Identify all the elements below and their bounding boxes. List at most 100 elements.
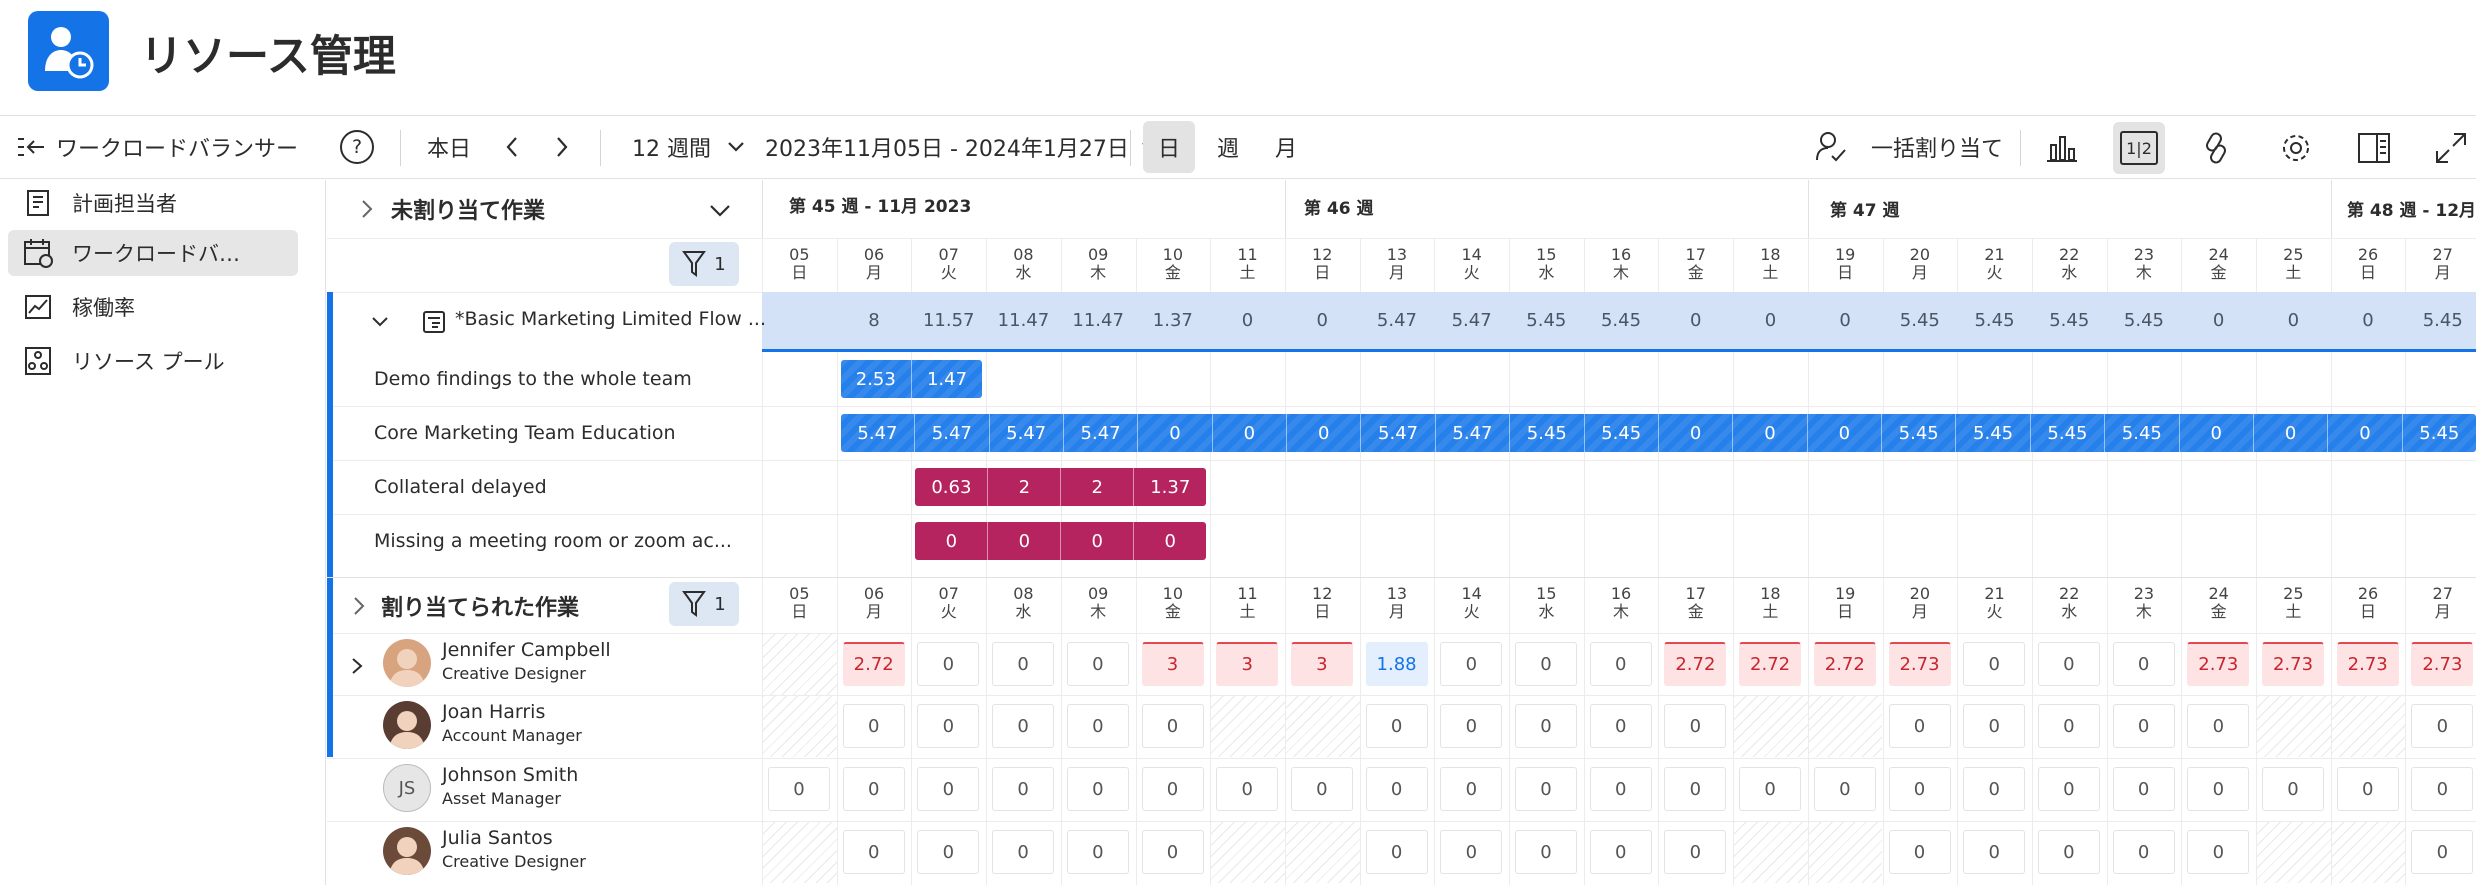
task-bar[interactable]: 2.53 1.47	[840, 360, 983, 398]
settings-button[interactable]	[2270, 122, 2322, 174]
task-label[interactable]: Missing a meeting room or zoom ac...	[374, 514, 732, 568]
today-button[interactable]: 本日	[427, 116, 471, 178]
chart-toggle-button[interactable]	[2036, 122, 2088, 174]
allocation-cell[interactable]: 0	[1515, 767, 1577, 811]
allocation-cell[interactable]: 0	[1963, 642, 2026, 686]
allocation-cell[interactable]: 0	[917, 642, 980, 686]
allocation-cell[interactable]: 0	[2411, 704, 2474, 748]
bulk-assign-button[interactable]: 一括割り当て	[1815, 116, 2003, 178]
task-bar[interactable]: 0000	[915, 522, 1207, 560]
allocation-cell[interactable]: 2.72	[1664, 642, 1727, 686]
allocation-cell[interactable]: 0	[1365, 830, 1428, 874]
task-label[interactable]: Core Marketing Team Education	[374, 406, 676, 460]
allocation-cell[interactable]: 0	[1664, 830, 1727, 874]
task-label[interactable]: Collateral delayed	[374, 460, 547, 514]
allocation-cell[interactable]: 2.73	[2262, 642, 2324, 686]
allocation-cell[interactable]: 0	[1216, 767, 1279, 811]
allocation-cell[interactable]: 0	[992, 767, 1055, 811]
allocation-cell[interactable]: 0	[1365, 704, 1428, 748]
chevron-down-icon[interactable]	[709, 204, 731, 218]
allocation-cell[interactable]: 0	[1440, 767, 1503, 811]
allocation-cell[interactable]: 0	[1664, 704, 1727, 748]
allocation-cell[interactable]: 2.72	[1739, 642, 1802, 686]
allocation-cell[interactable]: 3	[1216, 642, 1279, 686]
allocation-cell[interactable]: 0	[992, 830, 1055, 874]
allocation-cell[interactable]: 0	[1888, 704, 1951, 748]
allocation-cell[interactable]: 0	[1813, 767, 1876, 811]
month-view-button[interactable]: 月	[1260, 121, 1312, 173]
allocation-cell[interactable]: 0	[2187, 767, 2250, 811]
allocation-cell[interactable]: 0	[842, 704, 905, 748]
user-name[interactable]: Johnson Smith	[442, 764, 578, 786]
allocation-cell[interactable]: 0	[2037, 830, 2100, 874]
allocation-cell[interactable]: 0	[768, 767, 830, 811]
chevron-right-icon[interactable]	[361, 199, 373, 219]
allocation-cell[interactable]: 0	[2262, 767, 2324, 811]
task-bar[interactable]: 5.47 5.47 5.47 5.47 0 0 0 5.47 5.47 5.45 5.45 0 0 0 5.…	[840, 414, 2476, 452]
user-name[interactable]: Joan Harris	[442, 701, 545, 723]
task-bar[interactable]: 0.63 2 2 1.37	[915, 468, 1207, 506]
allocation-cell[interactable]: 0	[1589, 830, 1652, 874]
allocation-cell[interactable]: 2.73	[2336, 642, 2399, 686]
allocation-cell[interactable]: 0	[1290, 767, 1353, 811]
allocation-cell[interactable]: 0	[2112, 767, 2175, 811]
chevron-right-icon[interactable]	[351, 657, 363, 675]
allocation-cell[interactable]: 0	[1141, 767, 1204, 811]
allocation-cell[interactable]: 0	[1589, 767, 1652, 811]
sidebar-item-workload[interactable]: ワークロードバ…	[8, 230, 298, 276]
allocation-cell[interactable]: 0	[1515, 704, 1577, 748]
next-button[interactable]	[550, 116, 574, 178]
allocation-cell[interactable]: 0	[1440, 830, 1503, 874]
panel-toggle-button[interactable]	[2348, 122, 2400, 174]
allocation-cell[interactable]: 0	[2187, 704, 2250, 748]
allocation-cell[interactable]: 0	[2187, 830, 2250, 874]
allocation-cell[interactable]: 0	[2411, 830, 2474, 874]
allocation-cell[interactable]: 3	[1290, 642, 1353, 686]
allocation-cell[interactable]: 2.72	[1813, 642, 1876, 686]
allocation-cell[interactable]: 0	[1963, 704, 2026, 748]
allocation-cell[interactable]: 0	[2336, 767, 2399, 811]
allocation-cell[interactable]: 0	[1664, 767, 1727, 811]
allocation-cell[interactable]: 0	[917, 704, 980, 748]
fullscreen-button[interactable]	[2425, 122, 2476, 174]
allocation-cell[interactable]: 0	[917, 767, 980, 811]
allocation-cell[interactable]: 0	[917, 830, 980, 874]
user-name[interactable]: Julia Santos	[442, 827, 553, 849]
allocation-cell[interactable]: 0	[2411, 767, 2474, 811]
allocation-cell[interactable]: 0	[2037, 704, 2100, 748]
allocation-cell[interactable]: 2.72	[842, 642, 905, 686]
project-name[interactable]: *Basic Marketing Limited Flow ...	[455, 308, 766, 330]
allocation-cell[interactable]: 0	[1739, 767, 1802, 811]
prev-button[interactable]	[500, 116, 524, 178]
allocation-cell[interactable]: 0	[1888, 830, 1951, 874]
allocation-cell[interactable]: 0	[2037, 767, 2100, 811]
allocation-cell[interactable]: 0	[842, 830, 905, 874]
allocation-cell[interactable]: 0	[1066, 642, 1129, 686]
task-label[interactable]: Demo findings to the whole team	[374, 352, 692, 406]
allocation-cell[interactable]: 0	[1963, 767, 2026, 811]
allocation-cell[interactable]: 0	[842, 767, 905, 811]
allocation-cell[interactable]: 0	[2112, 642, 2175, 686]
allocation-cell[interactable]: 0	[992, 704, 1055, 748]
allocation-cell[interactable]: 0	[1589, 704, 1652, 748]
allocation-cell[interactable]: 0	[1365, 767, 1428, 811]
day-view-button[interactable]: 日	[1143, 121, 1195, 173]
allocation-cell[interactable]: 0	[1141, 704, 1204, 748]
date-range-picker[interactable]: 2023年11月05日 - 2024年1月27日	[765, 116, 1159, 178]
allocation-cell[interactable]: 0	[2037, 642, 2100, 686]
allocation-cell[interactable]: 0	[2112, 830, 2175, 874]
sidebar-item-planner[interactable]: 計画担当者	[8, 180, 298, 226]
allocation-cell[interactable]: 0	[1066, 830, 1129, 874]
allocation-cell[interactable]: 0	[992, 642, 1055, 686]
allocation-cell[interactable]: 3	[1141, 642, 1204, 686]
allocation-cell[interactable]: 0	[1888, 767, 1951, 811]
user-name[interactable]: Jennifer Campbell	[442, 639, 611, 661]
chevron-down-icon[interactable]	[371, 316, 389, 328]
allocation-cell[interactable]: 2.73	[2187, 642, 2250, 686]
split-view-button[interactable]: 1|2	[2113, 122, 2165, 174]
allocation-cell[interactable]: 0	[1515, 642, 1577, 686]
allocation-cell[interactable]: 2.73	[2411, 642, 2474, 686]
unassigned-filter-button[interactable]: 1	[669, 242, 739, 286]
allocation-cell[interactable]: 0	[2112, 704, 2175, 748]
help-button[interactable]: ?	[340, 116, 374, 178]
